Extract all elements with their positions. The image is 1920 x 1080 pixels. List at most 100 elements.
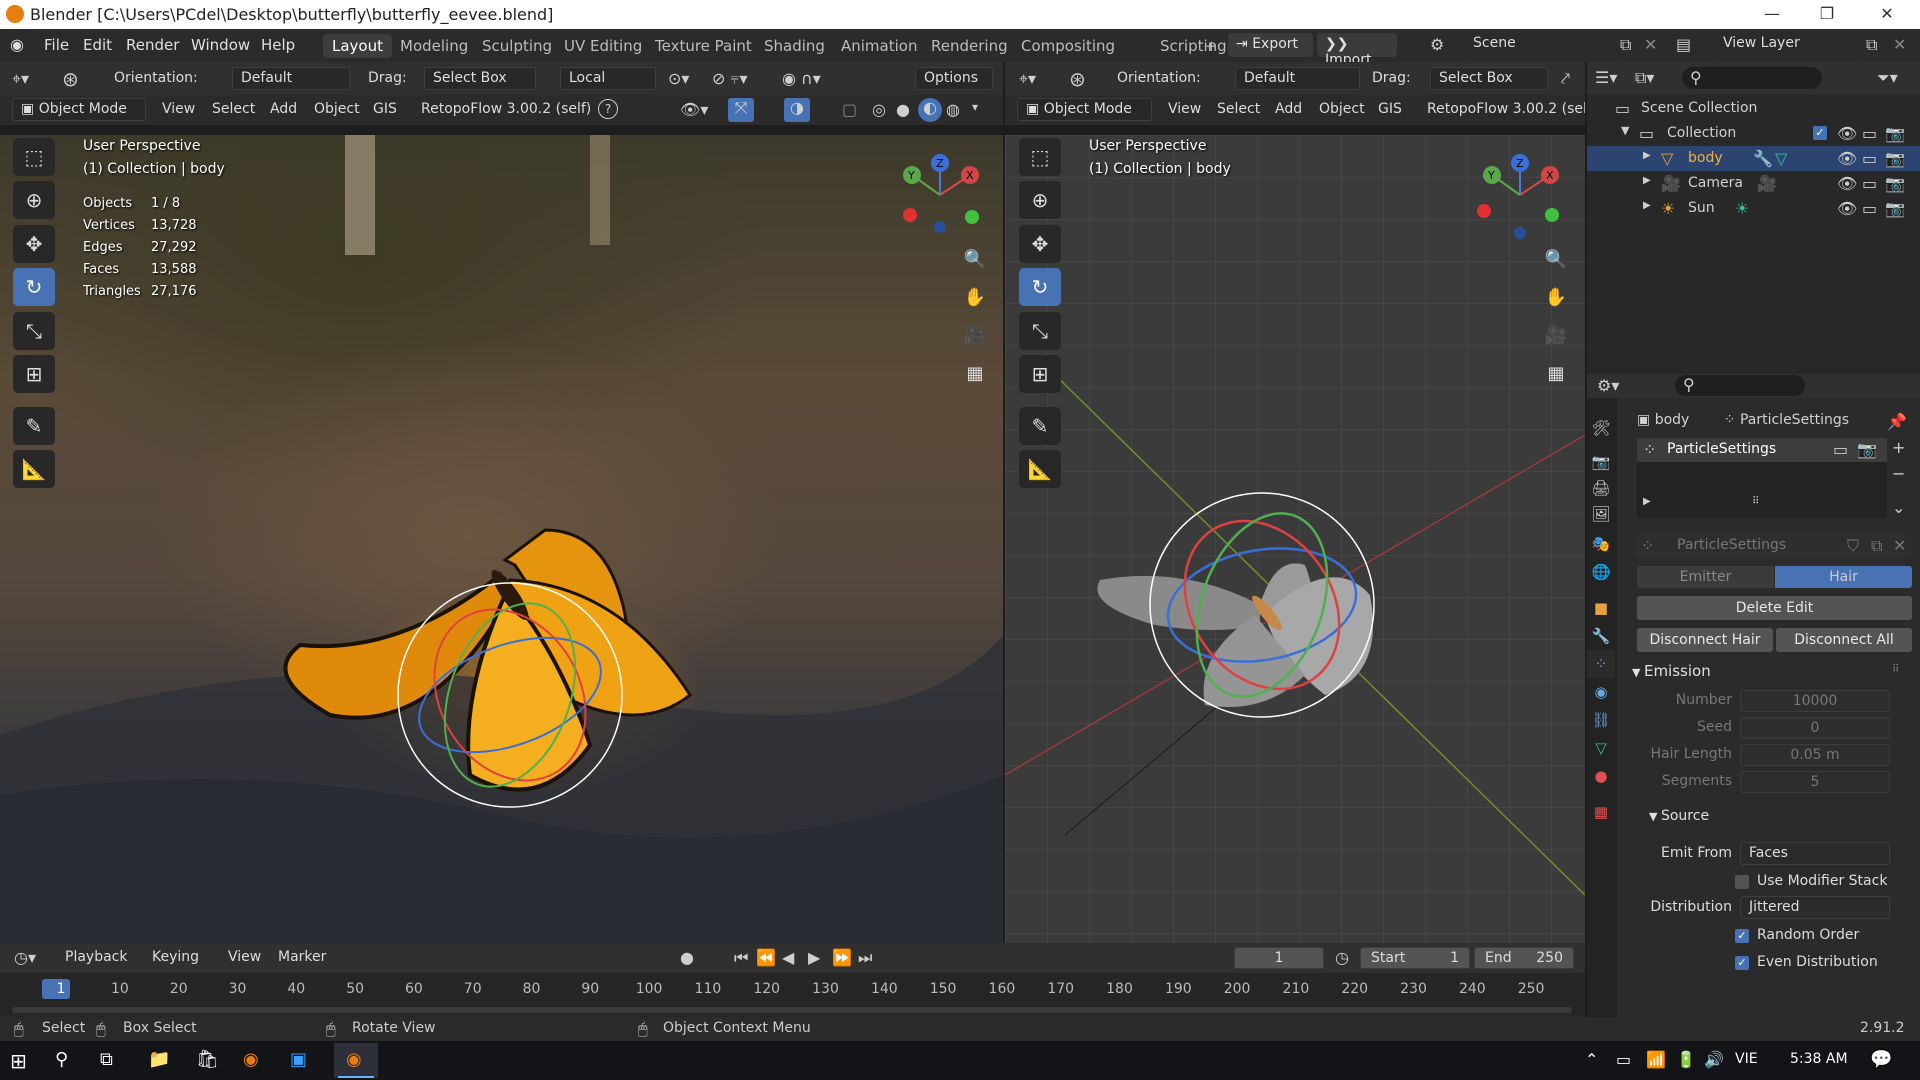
menu-render[interactable]: Render — [126, 36, 179, 54]
visibility-icon[interactable]: 👁 — [1837, 199, 1857, 218]
render-toggle-icon[interactable]: 📷 — [1857, 440, 1877, 459]
view-layer-selector[interactable]: View Layer — [1715, 33, 1865, 57]
tab-hair[interactable]: Hair — [1775, 566, 1912, 588]
navigation-gizmo[interactable]: Z X Y — [890, 145, 990, 245]
add-workspace-button[interactable]: + — [1196, 34, 1227, 58]
outliner-search-input[interactable]: ⚲ — [1682, 67, 1822, 89]
ortho-toggle-icon[interactable]: ▦ — [1541, 359, 1571, 389]
menu-view[interactable]: View — [228, 949, 261, 965]
play-icon[interactable]: ▶ — [808, 948, 820, 967]
expand-icon[interactable]: ▶ — [1643, 496, 1651, 507]
select-box-tool[interactable]: ⬚ — [13, 138, 55, 176]
preview-range-icon[interactable]: ◷ — [1335, 948, 1349, 967]
device-icon[interactable]: ▭ — [1616, 1050, 1631, 1069]
pivot-dropdown[interactable]: Local — [560, 67, 656, 90]
cursor-tool[interactable]: ⊕ — [1019, 181, 1061, 219]
slot-menu-icon[interactable]: ⌄ — [1892, 498, 1905, 517]
prev-keyframe-icon[interactable]: ⏪ — [756, 948, 776, 967]
scene-selector[interactable]: Scene — [1465, 33, 1625, 57]
tab-rendering[interactable]: Rendering — [922, 34, 1017, 58]
fake-user-icon[interactable]: ⛉ — [1847, 536, 1859, 556]
new-view-layer-icon[interactable]: ⧉ — [1866, 35, 1877, 55]
menu-view[interactable]: View — [162, 101, 195, 117]
tab-texture-paint[interactable]: Texture Paint — [646, 34, 761, 58]
jump-end-icon[interactable]: ⏭ — [858, 948, 872, 968]
exclude-checkbox[interactable]: ✓ — [1813, 126, 1827, 140]
rendered-shading-icon[interactable]: ◍ — [946, 100, 960, 119]
editor-type-icon[interactable]: ⚙▾ — [1597, 376, 1619, 395]
world-tab-icon[interactable]: 🌐 — [1587, 558, 1615, 586]
menu-add[interactable]: Add — [270, 101, 297, 117]
camera-view-icon[interactable]: 🎥 — [960, 321, 990, 351]
pivot-icon[interactable]: ⤤ — [1561, 69, 1570, 89]
object-tab-icon[interactable]: ■ — [1587, 594, 1615, 622]
viewport-disable-icon[interactable]: ▭ — [1862, 124, 1877, 143]
show-hidden-icons-icon[interactable]: ⌃ — [1585, 1050, 1598, 1069]
disconnect-hair-button[interactable]: Disconnect Hair — [1637, 628, 1773, 652]
menu-retopoflow[interactable]: RetopoFlow 3.00.2 (self) — [1427, 101, 1585, 117]
outliner-item-sun[interactable]: ▶ ☀ Sun ☀ 👁 ▭ 📷 — [1587, 196, 1920, 221]
material-tab-icon[interactable]: ● — [1587, 762, 1615, 790]
transform-pivot-icon[interactable]: ⊙▾ — [668, 69, 689, 88]
navigation-gizmo[interactable]: Z X Y — [1470, 145, 1570, 245]
cursor-tool[interactable]: ⊕ — [13, 181, 55, 219]
menu-file[interactable]: File — [44, 36, 69, 54]
move-tool[interactable]: ✥ — [1019, 225, 1061, 263]
blender-active-taskbar-item[interactable]: ◉ — [334, 1043, 378, 1078]
tab-modeling[interactable]: Modeling — [391, 34, 477, 58]
clock[interactable]: 5:38 AM — [1790, 1051, 1848, 1067]
material-shading-icon[interactable]: ◐ — [918, 98, 942, 122]
menu-select[interactable]: Select — [1217, 101, 1260, 117]
disconnect-all-button[interactable]: Disconnect All — [1776, 628, 1912, 652]
view-layer-tab-icon[interactable]: 🖼 — [1587, 500, 1615, 528]
menu-object[interactable]: Object — [1319, 101, 1365, 117]
render-disable-icon[interactable]: 📷 — [1885, 124, 1905, 143]
filter-icon[interactable]: ⏷▾ — [1877, 68, 1898, 88]
task-view-icon[interactable]: ⧉ — [100, 1049, 113, 1070]
zoom-icon[interactable]: 🔍 — [1541, 245, 1571, 275]
delete-scene-icon[interactable]: ✕ — [1644, 35, 1657, 54]
data-tab-icon[interactable]: ▽ — [1587, 734, 1615, 762]
resize-handle-icon[interactable]: ⠿ — [1752, 496, 1759, 507]
pan-icon[interactable]: ✋ — [960, 283, 990, 313]
particle-datablock[interactable]: ⁘ ParticleSettings ⛉ ⧉ ✕ — [1637, 534, 1912, 558]
timeline-scrollbar[interactable] — [12, 1007, 1572, 1013]
transform-tool[interactable]: ⊞ — [1019, 355, 1061, 393]
measure-tool[interactable]: 📐 — [13, 450, 55, 488]
view-layer-icon[interactable]: ▤ — [1676, 35, 1691, 54]
scale-tool[interactable]: ⤡ — [13, 312, 55, 350]
rotate-tool[interactable]: ↻ — [1019, 268, 1061, 306]
overlay-toggle-icon[interactable]: ◑ — [784, 98, 810, 122]
expand-icon[interactable]: ▼ — [1621, 124, 1629, 137]
output-tab-icon[interactable]: 🖨 — [1587, 474, 1615, 502]
windows-start-icon[interactable]: ⊞ — [10, 1049, 27, 1073]
jump-start-icon[interactable]: ⏮ — [734, 948, 748, 968]
viewport-solid[interactable]: User Perspective (1) Collection | body ⬚… — [1005, 135, 1585, 943]
visibility-icon[interactable]: 👁 — [1837, 149, 1857, 168]
orientation-dropdown[interactable]: Default — [1235, 67, 1360, 90]
texture-tab-icon[interactable]: ▦ — [1587, 798, 1615, 826]
pan-icon[interactable]: ✋ — [1541, 283, 1571, 313]
camera-view-icon[interactable]: 🎥 — [1541, 321, 1571, 351]
rotate-tool[interactable]: ↻ — [13, 268, 55, 306]
wifi-icon[interactable]: 📶 — [1646, 1050, 1666, 1069]
segments-field[interactable]: 5 — [1740, 771, 1890, 793]
tab-animation[interactable]: Animation — [832, 34, 926, 58]
scene-icon[interactable]: ⚙ — [1430, 35, 1444, 54]
new-scene-icon[interactable]: ⧉ — [1620, 35, 1631, 55]
file-explorer-icon[interactable]: 📁 — [148, 1049, 170, 1070]
transform-orientation-icon[interactable]: ⊛ — [62, 67, 79, 91]
menu-window[interactable]: Window — [191, 36, 250, 54]
select-box-tool[interactable]: ⬚ — [1019, 138, 1061, 176]
scene-tab-icon[interactable]: 🎭 — [1587, 530, 1615, 558]
number-field[interactable]: 10000 — [1740, 690, 1890, 712]
menu-playback[interactable]: Playback — [65, 949, 127, 965]
wireframe-shading-icon[interactable]: ◎ — [872, 100, 886, 119]
tab-shading[interactable]: Shading — [755, 34, 834, 58]
render-disable-icon[interactable]: 📷 — [1885, 149, 1905, 168]
viewport-disable-icon[interactable]: ▭ — [1862, 149, 1877, 168]
scene-collection-row[interactable]: ▭ Scene Collection — [1587, 96, 1920, 121]
record-icon[interactable]: ● — [680, 948, 694, 967]
help-icon[interactable]: ? — [598, 99, 618, 119]
outliner-item-body[interactable]: ▶ ▽ body 🔧 ▽ 👁 ▭ 📷 — [1587, 146, 1920, 171]
